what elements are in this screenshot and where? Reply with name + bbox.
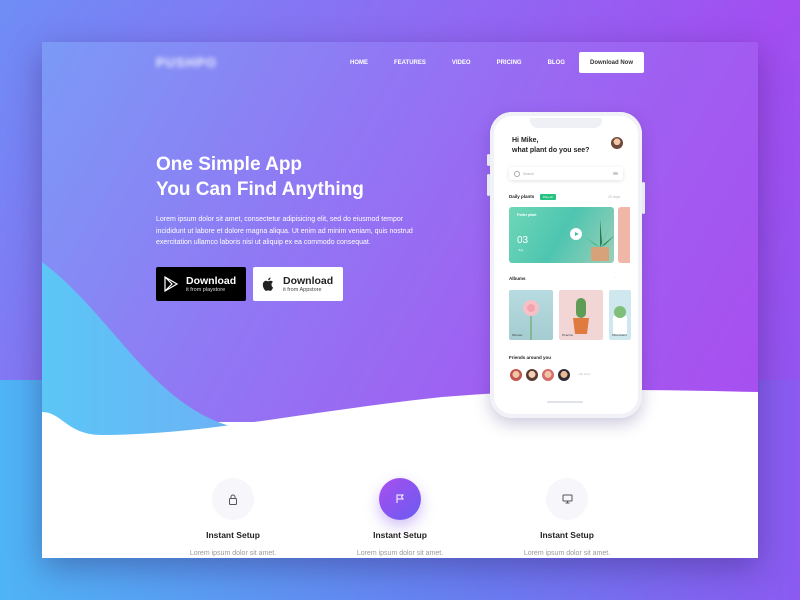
nav-home[interactable]: HOME: [350, 60, 368, 66]
album-tag: #Cactus: [562, 333, 574, 337]
feature-title: Instant Setup: [540, 530, 594, 540]
apple-icon: [253, 277, 283, 291]
playstore-sublabel: it from playstore: [186, 286, 226, 293]
album-succulent[interactable]: #Succulent: [609, 290, 631, 340]
friends-more[interactable]: +8k other: [578, 372, 591, 376]
hero-title: One Simple App You Can Find Anything: [156, 152, 364, 202]
greeting-line1: Hi Mike,: [512, 137, 539, 144]
album-cactus[interactable]: #Cactus: [559, 290, 603, 340]
home-indicator: [547, 401, 583, 403]
camera-icon[interactable]: [613, 171, 618, 176]
play-all-badge[interactable]: Play all: [540, 194, 556, 200]
playstore-download-button[interactable]: Download it from playstore: [156, 267, 246, 301]
feature-title: Instant Setup: [373, 530, 427, 540]
plant-card-day: 03: [517, 235, 529, 246]
friend-avatar[interactable]: [525, 368, 539, 382]
friends-heading: Friends around you: [509, 355, 552, 360]
avatar[interactable]: [611, 137, 623, 149]
hero-wave: [42, 262, 758, 462]
feature-card: Instant Setup Lorem ipsum dolor sit amet…: [340, 478, 460, 557]
friend-avatar[interactable]: [509, 368, 523, 382]
feature-card: Instant Setup Lorem ipsum dolor sit amet…: [507, 478, 627, 557]
phone-button: [642, 182, 645, 214]
playstore-label: Download: [186, 274, 237, 287]
hero-description: Lorem ipsum dolor sit amet, consectetur …: [156, 216, 413, 246]
appstore-label: Download: [283, 274, 334, 287]
logo[interactable]: PUSHPO: [156, 55, 217, 70]
daily-plants-heading: Daily plants: [509, 194, 535, 199]
nav-pricing[interactable]: PRICING: [497, 60, 522, 66]
next-plant-card[interactable]: [618, 207, 630, 263]
phone-button: [487, 174, 490, 196]
friend-avatar[interactable]: [557, 368, 571, 382]
play-store-icon: [156, 276, 186, 292]
phone-notch: [530, 118, 602, 128]
albums-heading: Albums: [509, 276, 526, 281]
hero-title-line1: One Simple App: [156, 154, 303, 175]
friend-avatar[interactable]: [541, 368, 555, 382]
daily-plant-card[interactable]: Potter plant 03 July: [509, 207, 614, 263]
feature-card: Instant Setup Lorem ipsum dolor sit amet…: [173, 478, 293, 557]
phone-mockup: Hi Mike, what plant do you see? Search D…: [487, 112, 645, 418]
nav-video[interactable]: VIDEO: [452, 60, 471, 66]
feature-title: Instant Setup: [206, 530, 260, 540]
plant-image: [585, 219, 614, 261]
plant-card-month: July: [518, 248, 524, 252]
nav-blog[interactable]: BLOG: [548, 60, 565, 66]
phone-search-input[interactable]: Search: [509, 167, 623, 180]
album-flower[interactable]: #Flower: [509, 290, 553, 340]
album-tag: #Flower: [512, 333, 523, 337]
phone-greeting: Hi Mike, what plant do you see?: [512, 136, 589, 155]
monitor-icon[interactable]: [546, 478, 588, 520]
album-tag: #Succulent: [612, 333, 627, 337]
hero-title-line2: You Can Find Anything: [156, 179, 364, 200]
lock-icon[interactable]: [212, 478, 254, 520]
feature-description: Lorem ipsum dolor sit amet.: [523, 550, 611, 557]
feature-description: Lorem ipsum dolor sit amet.: [356, 550, 444, 557]
albums-more[interactable]: ...: [614, 275, 617, 279]
nav-features[interactable]: FEATURES: [394, 60, 426, 66]
appstore-download-button[interactable]: Download it from Appstore: [253, 267, 343, 301]
greeting-line2: what plant do you see?: [512, 146, 590, 154]
daily-more[interactable]: 25 days: [608, 195, 620, 199]
appstore-sublabel: it from Appstore: [283, 286, 322, 293]
download-now-button[interactable]: Download Now: [579, 52, 644, 73]
search-placeholder: Search: [523, 171, 535, 176]
phone-button: [487, 154, 490, 166]
feature-description: Lorem ipsum dolor sit amet.: [189, 550, 277, 557]
landing-page: PUSHPO HOME FEATURES VIDEO PRICING BLOG …: [42, 42, 758, 558]
flag-icon[interactable]: [379, 478, 421, 520]
main-nav: HOME FEATURES VIDEO PRICING BLOG: [350, 60, 591, 66]
play-icon[interactable]: [570, 228, 582, 240]
plant-card-label: Potter plant: [517, 213, 537, 217]
search-icon: [514, 170, 520, 177]
